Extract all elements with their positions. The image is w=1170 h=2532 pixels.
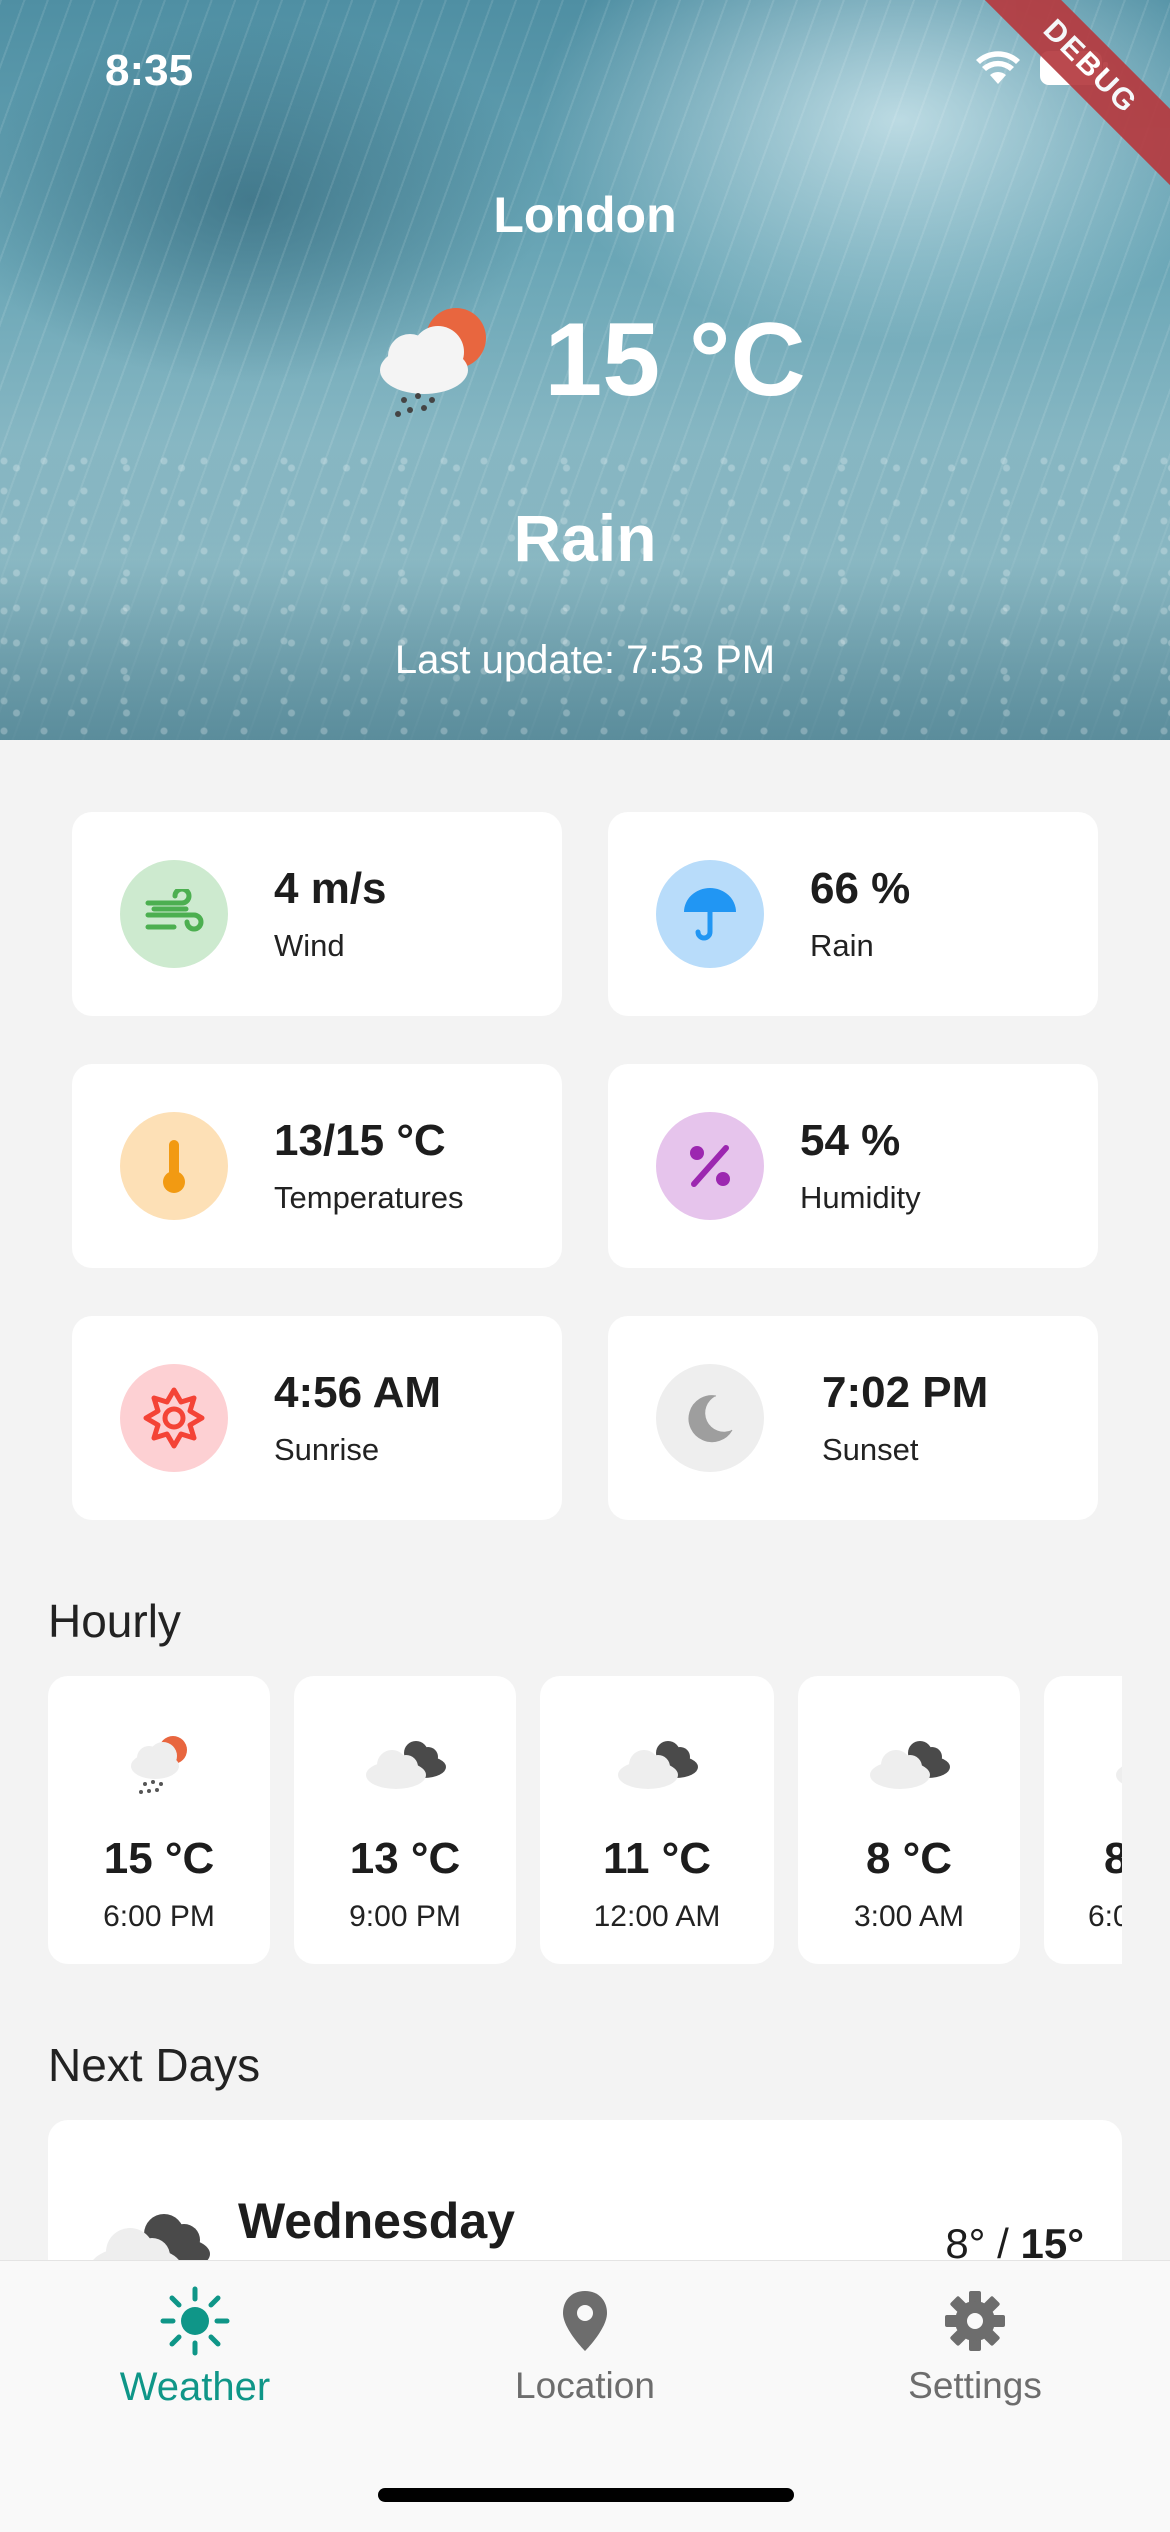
nav-settings-label: Settings — [908, 2365, 1042, 2406]
nav-weather-label: Weather — [119, 2365, 271, 2409]
hourly-temp: 11 °C — [602, 1834, 712, 1883]
hourly-time: 12:00 AM — [593, 1900, 721, 1933]
cloudy-icon — [362, 1728, 448, 1798]
nav-location[interactable]: Location — [435, 2285, 735, 2407]
sunset-label: Sunset — [822, 1432, 919, 1467]
humidity-label: Humidity — [800, 1180, 921, 1215]
hourly-temp: 8 °C — [865, 1834, 953, 1883]
sunrise-label: Sunrise — [274, 1432, 380, 1467]
rain-label: Rain — [810, 928, 874, 963]
status-time: 8:35 — [105, 46, 194, 95]
temperatures-value: 13/15 °C — [274, 1116, 446, 1165]
cloudy-icon — [1112, 1728, 1122, 1798]
cloudy-icon — [866, 1728, 952, 1798]
weather-hero: 8:35 DEBUG London 15 °C Rain Last update… — [0, 0, 1170, 740]
temperatures-card: 13/15 °C Temperatures — [72, 1064, 562, 1268]
nav-weather[interactable]: Weather — [45, 2285, 345, 2410]
nav-settings[interactable]: Settings — [825, 2285, 1125, 2407]
hourly-item[interactable]: 11 °C 12:00 AM — [540, 1676, 774, 1964]
hourly-item[interactable]: 8 6:0 — [1044, 1676, 1122, 1964]
wind-card: 4 m/s Wind — [72, 812, 562, 1016]
hourly-title: Hourly — [48, 1595, 181, 1647]
sun-icon — [160, 2286, 230, 2356]
hourly-item[interactable]: 13 °C 9:00 PM — [294, 1676, 516, 1964]
moon-icon — [656, 1364, 764, 1472]
sunrise-card: 4:56 AM Sunrise — [72, 1316, 562, 1520]
hourly-time: 6:0 — [1088, 1900, 1122, 1933]
wet-ground — [0, 440, 1170, 740]
hourly-time: 3:00 AM — [853, 1900, 965, 1933]
hourly-temp: 8 — [1104, 1834, 1122, 1883]
hourly-temp: 13 °C — [349, 1834, 461, 1883]
home-indicator — [378, 2488, 794, 2502]
wifi-icon — [976, 51, 1020, 84]
sunset-value: 7:02 PM — [822, 1368, 989, 1417]
nav-location-label: Location — [515, 2365, 655, 2406]
thermometer-icon — [120, 1112, 228, 1220]
last-update: Last update: 7:53 PM — [394, 638, 776, 682]
city-name: London — [493, 187, 677, 243]
hourly-item[interactable]: 8 °C 3:00 AM — [798, 1676, 1020, 1964]
weather-screen: 8:35 DEBUG London 15 °C Rain Last update… — [0, 0, 1170, 2532]
rain-sun-icon — [380, 308, 487, 417]
sunrise-value: 4:56 AM — [274, 1368, 442, 1417]
humidity-card: 54 % Humidity — [608, 1064, 1098, 1268]
rain-card: 66 % Rain — [608, 812, 1098, 1016]
sunset-card: 7:02 PM Sunset — [608, 1316, 1098, 1520]
hourly-clip: 8 6:0 — [1044, 1676, 1122, 1964]
weather-condition: Rain — [513, 501, 657, 575]
wind-icon — [120, 860, 228, 968]
current-temperature-row: 15 °C — [0, 300, 1170, 420]
percent-icon — [656, 1112, 764, 1220]
next-days-title: Next Days — [48, 2039, 261, 2091]
location-pin-icon — [563, 2291, 607, 2351]
rain-sun-icon — [125, 1728, 193, 1798]
wind-value: 4 m/s — [274, 864, 387, 913]
hourly-item[interactable]: 15 °C 6:00 PM — [48, 1676, 270, 1964]
sunrise-icon — [120, 1364, 228, 1472]
wind-label: Wind — [274, 928, 345, 963]
rain-value: 66 % — [810, 864, 911, 913]
hourly-time: 9:00 PM — [349, 1900, 461, 1933]
gear-icon — [945, 2291, 1005, 2351]
hourly-time: 6:00 PM — [103, 1900, 215, 1933]
temperatures-label: Temperatures — [274, 1180, 464, 1215]
day-name: Wednesday — [238, 2193, 515, 2249]
cloudy-icon — [614, 1728, 700, 1798]
umbrella-icon — [656, 860, 764, 968]
current-temperature: 15 °C — [544, 301, 806, 418]
humidity-value: 54 % — [800, 1116, 901, 1165]
hourly-temp: 15 °C — [103, 1834, 215, 1883]
